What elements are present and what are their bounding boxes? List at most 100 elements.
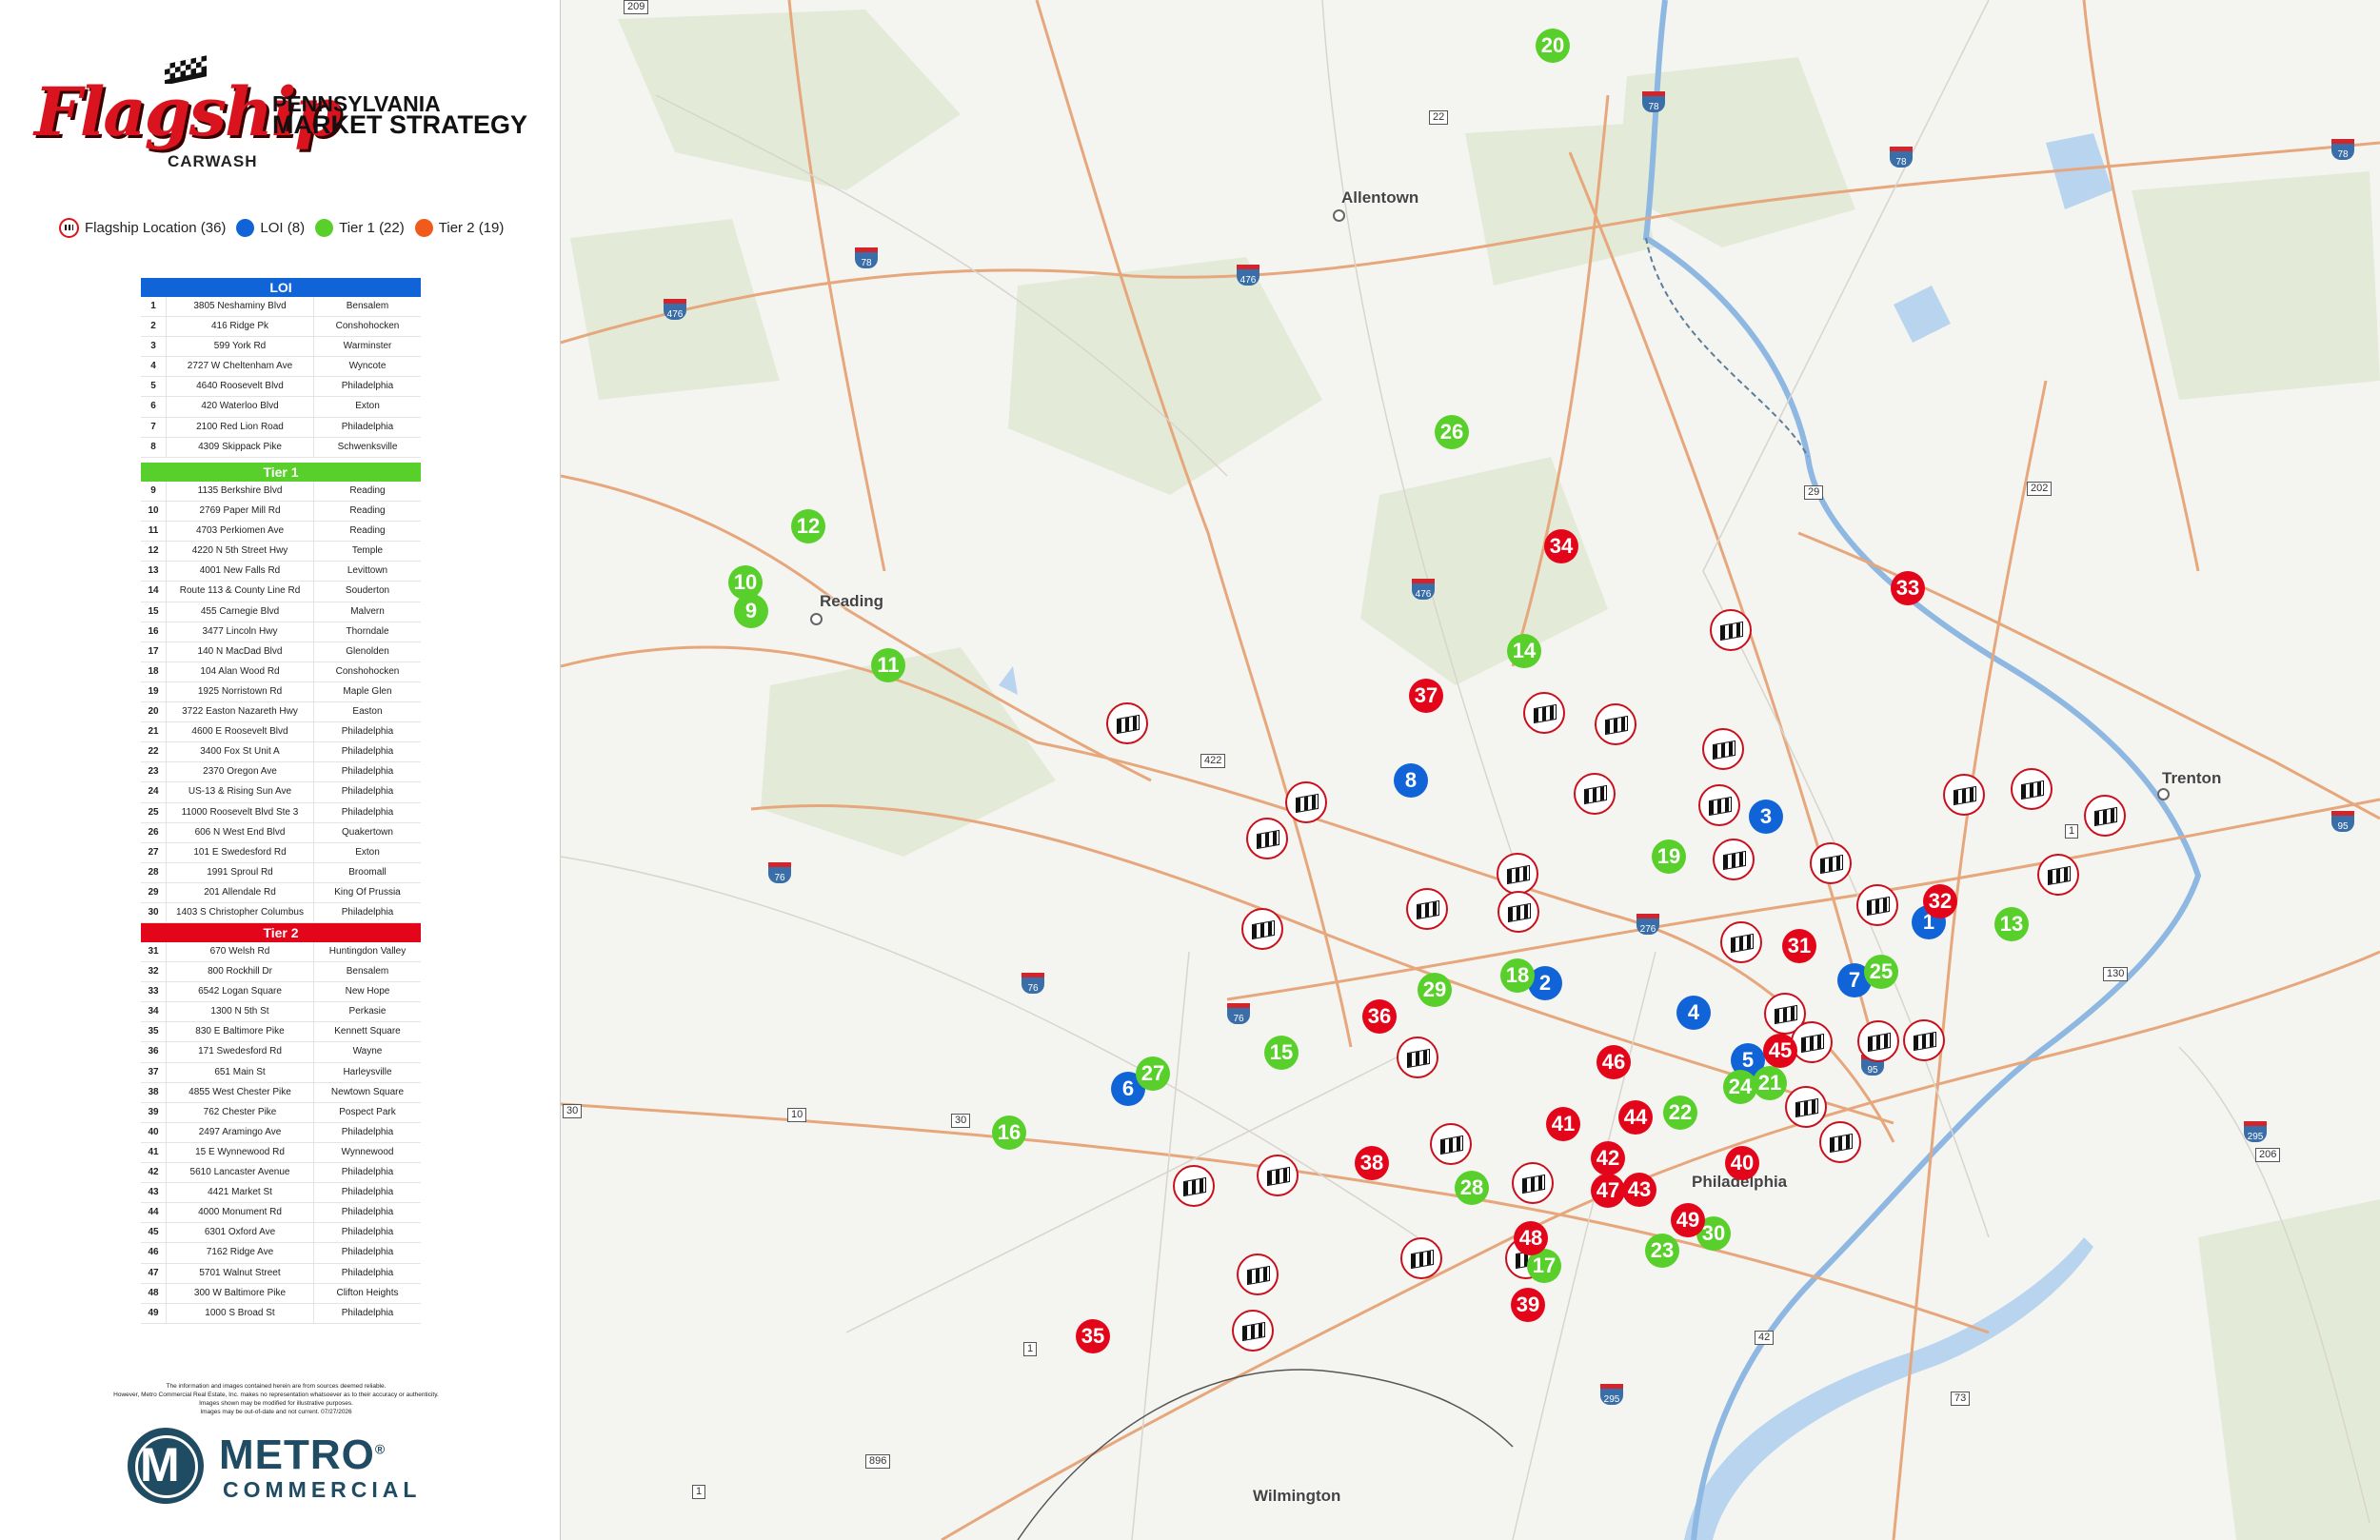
site-marker-24[interactable]: 24: [1723, 1070, 1757, 1104]
flagship-location-marker[interactable]: [1237, 1254, 1279, 1295]
site-city: Philadelphia: [341, 381, 394, 392]
site-marker-3[interactable]: 3: [1749, 800, 1783, 834]
flagship-location-marker[interactable]: [1720, 921, 1762, 963]
site-marker-10[interactable]: 10: [728, 565, 763, 600]
site-marker-31[interactable]: 31: [1782, 929, 1816, 963]
site-marker-21[interactable]: 21: [1753, 1066, 1787, 1100]
flagship-location-marker[interactable]: [1903, 1019, 1945, 1061]
table-row: 15 455 Carnegie Blvd Malvern: [141, 602, 421, 622]
site-city: Temple: [351, 545, 384, 557]
site-marker-22[interactable]: 22: [1663, 1096, 1697, 1130]
flagship-location-marker[interactable]: [1785, 1086, 1827, 1128]
site-marker-19[interactable]: 19: [1652, 839, 1686, 874]
site-number: 3: [141, 337, 167, 357]
site-marker-28[interactable]: 28: [1455, 1171, 1489, 1205]
table-row: 13 4001 New Falls Rd Levittown: [141, 562, 421, 582]
route-shield: 42: [1755, 1331, 1775, 1345]
site-city: Souderton: [345, 585, 390, 597]
site-marker-39[interactable]: 39: [1511, 1288, 1545, 1322]
site-marker-8[interactable]: 8: [1394, 763, 1428, 798]
site-marker-45[interactable]: 45: [1763, 1034, 1797, 1068]
site-marker-9[interactable]: 9: [734, 594, 768, 628]
flagship-location-marker[interactable]: [2011, 768, 2053, 810]
flagship-location-marker[interactable]: [1713, 839, 1755, 880]
site-marker-23[interactable]: 23: [1645, 1234, 1679, 1268]
flagship-location-marker[interactable]: [1791, 1021, 1833, 1063]
site-marker-13[interactable]: 13: [1994, 907, 2029, 941]
site-marker-41[interactable]: 41: [1546, 1107, 1580, 1141]
site-address: 7162 Ridge Ave: [167, 1243, 314, 1263]
flagship-location-marker[interactable]: [1497, 853, 1538, 895]
flagship-location-marker[interactable]: [1595, 703, 1636, 745]
flagship-location-marker[interactable]: [1430, 1123, 1472, 1165]
site-city: Philadelphia: [341, 726, 394, 738]
flagship-location-marker[interactable]: [1702, 728, 1744, 770]
flagship-location-marker[interactable]: [1246, 818, 1288, 859]
site-marker-14[interactable]: 14: [1507, 634, 1541, 668]
site-number: 39: [141, 1102, 167, 1122]
flagship-location-marker[interactable]: [1857, 1020, 1899, 1062]
flagship-location-marker[interactable]: [1943, 774, 1985, 816]
site-marker-34[interactable]: 34: [1544, 529, 1578, 563]
site-marker-27[interactable]: 27: [1136, 1056, 1170, 1091]
flagship-location-marker[interactable]: [1241, 908, 1283, 950]
site-marker-32[interactable]: 32: [1923, 884, 1957, 918]
blue-dot-icon: [236, 218, 255, 237]
site-number: 24: [141, 782, 167, 802]
site-marker-4[interactable]: 4: [1676, 996, 1711, 1030]
site-marker-35[interactable]: 35: [1076, 1319, 1110, 1353]
site-marker-29[interactable]: 29: [1418, 973, 1452, 1007]
site-marker-11[interactable]: 11: [871, 648, 905, 682]
site-marker-36[interactable]: 36: [1362, 999, 1397, 1034]
site-marker-16[interactable]: 16: [992, 1116, 1026, 1150]
flagship-location-marker[interactable]: [1512, 1162, 1554, 1204]
site-number: 23: [141, 762, 167, 782]
site-marker-49[interactable]: 49: [1671, 1203, 1705, 1237]
flagship-location-marker[interactable]: [1232, 1310, 1274, 1352]
flagship-location-marker[interactable]: [1710, 609, 1752, 651]
site-marker-37[interactable]: 37: [1409, 679, 1443, 713]
flagship-location-marker[interactable]: [1400, 1237, 1442, 1279]
flagship-location-marker[interactable]: [1285, 781, 1327, 823]
site-address: 11000 Roosevelt Blvd Ste 3: [167, 802, 314, 822]
site-marker-40[interactable]: 40: [1725, 1146, 1759, 1180]
table-row: 1 3805 Neshaminy Blvd Bensalem: [141, 297, 421, 318]
site-marker-43[interactable]: 43: [1622, 1173, 1656, 1207]
site-number: 30: [141, 902, 167, 923]
site-city: Philadelphia: [341, 766, 394, 778]
flagship-location-marker[interactable]: [1810, 842, 1852, 884]
flagship-location-marker[interactable]: [1397, 1037, 1438, 1078]
flagship-location-marker[interactable]: [2037, 854, 2079, 896]
flagship-location-marker[interactable]: [1106, 702, 1148, 744]
site-marker-44[interactable]: 44: [1618, 1100, 1653, 1135]
site-city: Philadelphia: [341, 421, 394, 432]
map-canvas[interactable]: Allentown Reading Trenton Philadelphia W…: [561, 0, 2380, 1540]
table-row: 23 2370 Oregon Ave Philadelphia: [141, 762, 421, 783]
flagship-location-marker[interactable]: [1173, 1165, 1215, 1207]
flagship-location-marker[interactable]: [1497, 891, 1539, 933]
site-marker-15[interactable]: 15: [1264, 1036, 1299, 1070]
table-row: 35 830 E Baltimore Pike Kennett Square: [141, 1022, 421, 1043]
flagship-location-marker[interactable]: [2084, 795, 2126, 837]
flagship-location-marker[interactable]: [1574, 773, 1616, 815]
flagship-location-marker[interactable]: [1698, 784, 1740, 826]
site-marker-26[interactable]: 26: [1435, 415, 1469, 449]
site-marker-25[interactable]: 25: [1864, 955, 1898, 989]
flagship-location-marker[interactable]: [1257, 1155, 1299, 1196]
site-marker-46[interactable]: 46: [1597, 1045, 1631, 1079]
site-marker-12[interactable]: 12: [791, 509, 825, 543]
site-marker-47[interactable]: 47: [1591, 1174, 1625, 1208]
flagship-location-marker[interactable]: [1406, 888, 1448, 930]
site-marker-20[interactable]: 20: [1536, 29, 1570, 63]
site-marker-33[interactable]: 33: [1891, 571, 1925, 605]
site-marker-42[interactable]: 42: [1591, 1141, 1625, 1175]
flagship-location-marker[interactable]: [1819, 1121, 1861, 1163]
table-row: 22 3400 Fox St Unit A Philadelphia: [141, 742, 421, 763]
flagship-location-marker[interactable]: [1856, 884, 1898, 926]
site-number: 41: [141, 1142, 167, 1163]
site-city: Philadelphia: [341, 746, 394, 758]
site-marker-18[interactable]: 18: [1500, 958, 1535, 993]
site-marker-48[interactable]: 48: [1514, 1221, 1548, 1255]
flagship-location-marker[interactable]: [1523, 692, 1565, 734]
site-marker-38[interactable]: 38: [1355, 1146, 1389, 1180]
